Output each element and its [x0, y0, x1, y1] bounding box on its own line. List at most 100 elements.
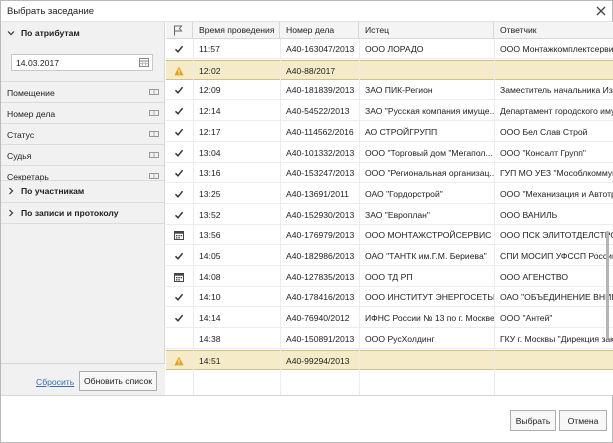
case-number-cell: А40-99294/2013: [286, 355, 350, 366]
case-number-cell: А40-152930/2013: [286, 209, 355, 220]
filter-footer: Сбросить Обновить список: [1, 363, 165, 395]
filter-field[interactable]: Судья: [1, 144, 165, 165]
time-cell: 13:04: [199, 147, 221, 158]
table-row[interactable]: 12:14 А40-54522/2013 ЗАО "Русская компания…: [166, 101, 613, 122]
date-field[interactable]: [11, 54, 153, 71]
close-icon[interactable]: [592, 2, 610, 20]
time-cell: 14:14: [199, 313, 221, 324]
table-row[interactable]: 14:05 А40-182986/2013 ОАО "ТАНТК им.Г.М. Б…: [166, 246, 613, 266]
flag-column-header[interactable]: [166, 22, 193, 39]
case-column-header[interactable]: Номер дела: [280, 22, 359, 39]
column-divider: [494, 39, 495, 395]
case-number-cell: А40-114562/2016: [286, 126, 354, 137]
plaintiff-cell: ОАО "ТАНТК им.Г.М. Бериева": [365, 251, 487, 261]
defendant-cell: ООО ПСК ЭЛИТОТДЕЛСТРОЙ: [500, 230, 613, 241]
field-picker-icon[interactable]: [149, 89, 159, 95]
case-number-cell: А40-101332/2013: [286, 147, 355, 158]
date-input[interactable]: [16, 57, 126, 69]
time-cell: 14:08: [199, 271, 221, 282]
table-row[interactable]: 13:25 А40-13691/2011 ОАО "Гордорстрой" ООО …: [166, 184, 613, 204]
column-divider: [280, 39, 281, 395]
grid-header: Время проведения Номер дела Истец Ответч…: [166, 22, 613, 39]
time-cell: 14:38: [199, 333, 221, 344]
time-cell: 13:52: [199, 209, 221, 220]
table-row[interactable]: 13:16 А40-153247/2013 ООО "Региональная ор…: [166, 163, 613, 184]
field-picker-icon[interactable]: [149, 110, 159, 116]
title-bar: Выбрать заседание: [1, 1, 612, 22]
filter-field[interactable]: Статус: [1, 123, 165, 144]
field-picker-icon[interactable]: [149, 131, 159, 137]
column-divider: [193, 39, 194, 395]
warning-icon: [174, 66, 184, 76]
cancel-button[interactable]: Отмена: [559, 410, 607, 431]
plaintiff-cell: ЗАО "Русская компания имуще...: [365, 106, 494, 117]
plaintiff-cell: ОАО "Гордорстрой": [365, 188, 443, 199]
plaintiff-cell: ООО ИНСТИТУТ ЭНЕРГОСЕТЬП...: [365, 292, 494, 303]
time-cell: 12:09: [199, 85, 221, 96]
time-cell: 12:02: [199, 65, 221, 76]
select-button[interactable]: Выбрать: [510, 410, 556, 431]
plaintiff-column-header[interactable]: Истец: [359, 22, 494, 39]
checkmark-icon: [174, 211, 184, 219]
checkmark-icon: [174, 169, 184, 178]
case-number-cell: А40-54522/2013: [286, 106, 350, 117]
case-number-cell: А40-176979/2013: [286, 230, 355, 241]
plaintiff-cell: ИФНС России № 13 по г. Москве: [365, 313, 494, 324]
defendant-cell: ООО "Механизация и Автотра: [500, 188, 613, 199]
chevron-right-icon: [9, 209, 14, 217]
table-row[interactable]: 11:57 А40-163047/2013 ООО ЛОРАДО ООО Монтаж…: [166, 39, 613, 59]
filter-field-label: Номер дела: [7, 109, 56, 119]
calendar-icon[interactable]: [139, 58, 149, 67]
table-row[interactable]: 13:52 А40-152930/2013 ЗАО "Европлан" ООО ВА…: [166, 205, 613, 225]
plaintiff-cell: ЗАО ПИК-Регион: [365, 85, 433, 96]
grid-scrollbar[interactable]: [606, 231, 609, 339]
blank-status-icon: [174, 334, 184, 344]
table-row[interactable]: 13:56 А40-176979/2013 ООО МОНТАЖСТРОЙСЕРВИ…: [166, 225, 613, 246]
case-number-cell: А40-182986/2013: [286, 251, 355, 261]
time-cell: 13:25: [199, 188, 221, 199]
filter-field[interactable]: Секретарь: [1, 165, 165, 182]
checkmark-icon: [174, 314, 184, 323]
plaintiff-cell: ООО "Торговый дом "Мегапол...: [365, 147, 493, 158]
checkmark-icon: [174, 190, 184, 198]
time-cell: 12:17: [199, 126, 221, 137]
table-row[interactable]: 12:02 А40-88/2017: [166, 59, 613, 80]
filter-field[interactable]: Номер дела: [1, 102, 165, 123]
time-column-header[interactable]: Время проведения: [193, 22, 280, 39]
defendant-cell: ГУП МО УЕЗ "Мособлкоммуна: [500, 168, 613, 179]
case-number-cell: А40-127835/2013: [286, 271, 355, 282]
field-picker-icon[interactable]: [149, 152, 159, 158]
reset-link[interactable]: Сбросить: [36, 377, 74, 387]
plaintiff-cell: ООО РусХолдинг: [365, 333, 435, 344]
table-row[interactable]: 14:14 А40-76940/2012 ИФНС России № 13 по г…: [166, 308, 613, 329]
filter-field[interactable]: Помещение: [1, 81, 165, 102]
time-cell: 14:51: [199, 355, 221, 366]
plaintiff-cell: АО СТРОЙГРУПП: [365, 126, 438, 137]
filter-field-label: Судья: [7, 151, 32, 161]
participants-section-label: По участникам: [21, 185, 85, 196]
time-cell: 13:56: [199, 230, 221, 241]
table-row[interactable]: 14:38 А40-150891/2013 ООО РусХолдинг ГКУ г.…: [166, 329, 613, 349]
attributes-section-label: По атрибутам: [21, 28, 80, 38]
attributes-section-header[interactable]: По атрибутам: [1, 23, 165, 43]
table-row[interactable]: 14:51 А40-99294/2013: [166, 349, 613, 370]
refresh-list-button[interactable]: Обновить список: [79, 371, 157, 391]
table-row[interactable]: 14:10 А40-178416/2013 ООО ИНСТИТУТ ЭНЕРГОС…: [166, 287, 613, 308]
participants-section-header[interactable]: По участникам: [1, 180, 165, 200]
table-row[interactable]: 12:17 А40-114562/2016 АО СТРОЙГРУПП ООО Бел…: [166, 122, 613, 142]
defendant-cell: ООО АГЕНСТВО: [500, 271, 569, 282]
table-row[interactable]: 12:09 А40-181839/2013 ЗАО ПИК-Регион Замест…: [166, 80, 613, 101]
case-number-cell: А40-178416/2013: [286, 292, 355, 303]
defendant-column-header[interactable]: Ответчик: [494, 22, 613, 39]
records-section-header[interactable]: По записи и протоколу: [1, 202, 165, 224]
checkmark-icon: [174, 252, 184, 260]
field-picker-icon[interactable]: [149, 173, 159, 179]
case-number-cell: А40-150891/2013: [286, 333, 355, 344]
defendant-cell: ООО "Антей": [500, 313, 553, 324]
defendant-cell: ООО ВАНИЛЬ: [500, 209, 558, 220]
table-row[interactable]: 13:04 А40-101332/2013 ООО "Торговый дом "М…: [166, 143, 613, 163]
defendant-cell: ОАО "ОБЪЕДИНЕНИЕ ВНИПИ: [500, 292, 613, 303]
table-row[interactable]: 14:08 А40-127835/2013 ООО ТД РП ООО АГЕНСТВ…: [166, 267, 613, 287]
defendant-cell: Департамент городского имущ: [500, 106, 613, 117]
dialog-footer: Выбрать Отмена: [1, 395, 612, 442]
